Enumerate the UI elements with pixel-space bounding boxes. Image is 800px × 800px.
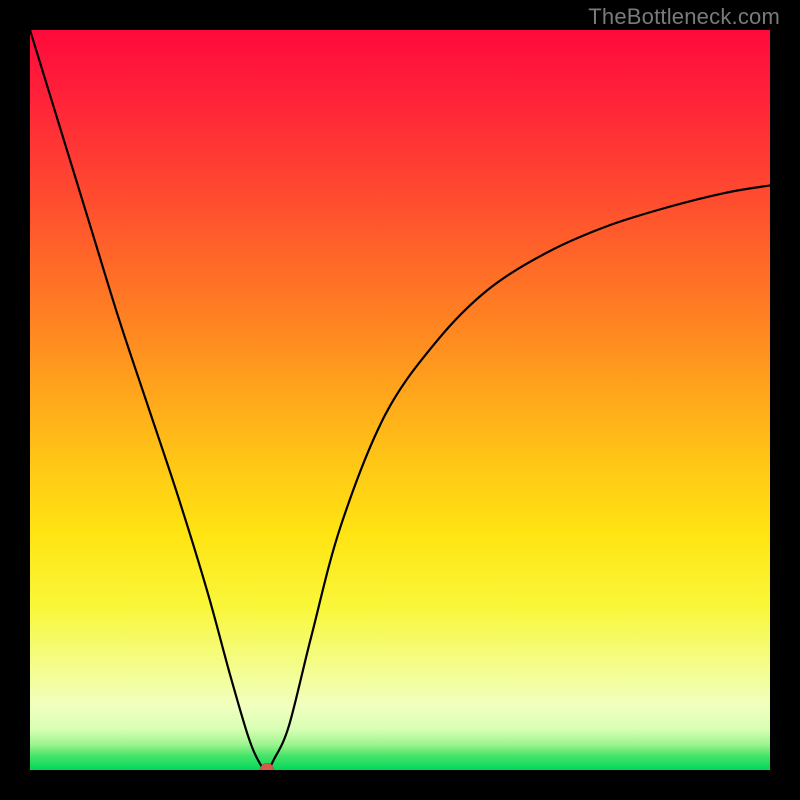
chart-frame: TheBottleneck.com <box>0 0 800 800</box>
bottleneck-curve-path <box>30 30 770 770</box>
optimum-marker-dot <box>260 763 274 770</box>
plot-area <box>30 30 770 770</box>
watermark-text: TheBottleneck.com <box>588 4 780 30</box>
bottleneck-curve-svg <box>30 30 770 770</box>
